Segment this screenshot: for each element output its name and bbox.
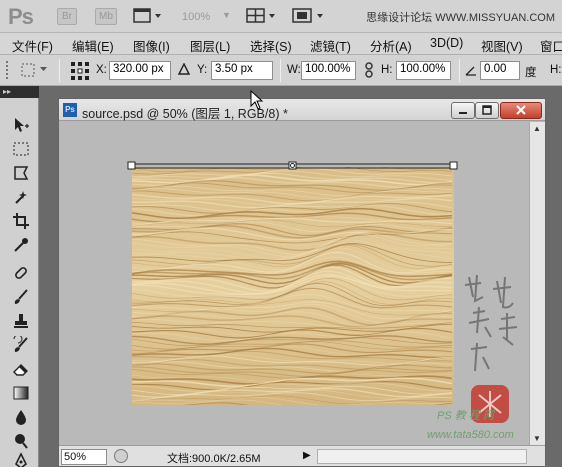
document-title-bar[interactable]: Ps source.psd @ 50% (图层 1, RGB/8) * [59,99,545,121]
menu-layer[interactable]: 图层(L) [190,36,230,55]
watermark-site-name: PS 教 程 网 [437,410,494,422]
horizontal-skew-label: H: [550,64,562,76]
healing-brush-tool-icon[interactable] [9,262,33,284]
history-brush-tool-icon[interactable] [9,334,33,356]
scroll-up-icon[interactable]: ▲ [533,124,541,133]
site-brand: 思缘设计论坛 WWW.MISSYUAN.COM [366,12,555,24]
close-button[interactable] [500,102,542,119]
width-scale-field[interactable]: 100.00% [301,61,356,80]
document-window: Ps source.psd @ 50% (图层 1, RGB/8) * PS 教… [58,98,546,467]
separator [280,59,281,82]
photoshop-logo: Ps [8,4,34,29]
pen-tool-icon[interactable] [9,450,33,467]
y-label: Y: [197,64,208,76]
maximize-button[interactable] [475,102,499,119]
lasso-tool-icon[interactable] [9,162,33,184]
scroll-down-icon[interactable]: ▼ [533,434,541,443]
clone-stamp-tool-icon[interactable] [9,310,33,332]
width-label: W: [287,64,301,76]
eraser-tool-icon[interactable] [9,358,33,380]
arrange-documents-icon[interactable] [246,8,278,27]
mouse-cursor-icon [250,90,264,110]
delta-icon[interactable] [177,62,191,78]
crop-tool-icon[interactable] [9,210,33,232]
brush-tool-icon[interactable] [9,286,33,308]
eyedropper-tool-icon[interactable] [9,234,33,256]
menu-select[interactable]: 选择(S) [250,36,292,55]
menu-window[interactable]: 窗口 [540,36,562,55]
link-icon[interactable] [364,62,374,81]
close-icon [516,105,526,115]
chevron-down-icon[interactable]: ▼ [222,10,231,20]
screen-mode-icon[interactable] [292,8,328,27]
maximize-icon [482,105,492,115]
gradient-tool-icon[interactable] [9,382,33,404]
rotation-angle-field[interactable]: 0.00 [480,61,520,80]
height-scale-field[interactable]: 100.00% [396,61,451,80]
minimize-icon [459,112,467,114]
angle-unit: 度 [525,67,537,79]
transform-bounding-box[interactable] [127,158,459,176]
photoshop-document-icon: Ps [63,103,77,117]
launch-mini-bridge-button[interactable]: Mb [95,8,117,25]
angle-icon [465,64,477,79]
status-info-icon[interactable] [114,449,128,463]
status-bar: 50% 文档:900.0K/2.65M ▶ [59,445,545,466]
watermark-site-url: www.tata580.com [427,429,514,441]
options-bar: X: 320.00 px Y: 3.50 px W: 100.00% H: 10… [0,55,562,86]
height-label: H: [381,64,393,76]
dodge-tool-icon[interactable] [9,430,33,452]
move-tool-icon[interactable] [9,114,33,136]
menu-filter[interactable]: 滤镜(T) [310,36,351,55]
document-size: 文档:900.0K/2.65M [167,453,261,465]
launch-bridge-button[interactable]: Br [57,8,77,25]
menu-bar: 文件(F) 编辑(E) 图像(I) 图层(L) 选择(S) 滤镜(T) 分析(A… [0,33,562,55]
canvas-area[interactable]: PS 教 程 网 www.tata580.com [59,122,529,445]
status-menu-arrow-icon[interactable]: ▶ [303,450,311,461]
gripper-icon [5,60,11,85]
y-position-field[interactable]: 3.50 px [211,61,273,80]
quick-selection-tool-icon[interactable] [9,186,33,208]
x-label: X: [96,64,107,76]
blur-tool-icon[interactable] [9,406,33,428]
menu-file[interactable]: 文件(F) [12,36,53,55]
menu-image[interactable]: 图像(I) [133,36,170,55]
tool-preset-icon[interactable] [20,62,52,83]
zoom-field[interactable]: 50% [61,449,107,465]
vertical-scrollbar[interactable]: ▲ ▼ [529,122,545,445]
reference-point-icon[interactable] [70,61,90,84]
separator [459,59,460,82]
tools-panel-collapse[interactable]: ▸▸ [0,86,39,98]
application-bar: Ps Br Mb 100% ▼ 思缘设计论坛 WWW.MISSYUAN.COM [0,0,562,33]
x-position-field[interactable]: 320.00 px [109,61,171,80]
marquee-tool-icon[interactable] [9,138,33,160]
minimize-button[interactable] [451,102,475,119]
menu-view[interactable]: 视图(V) [481,36,523,55]
wood-texture-layer[interactable] [132,167,454,405]
zoom-level-display[interactable]: 100% [182,11,210,23]
menu-3d[interactable]: 3D(D) [430,36,463,50]
separator [59,59,60,82]
view-extras-icon[interactable] [133,8,163,27]
tools-panel [0,98,39,467]
menu-edit[interactable]: 编辑(E) [72,36,114,55]
horizontal-scrollbar[interactable] [317,449,527,464]
menu-analysis[interactable]: 分析(A) [370,36,412,55]
